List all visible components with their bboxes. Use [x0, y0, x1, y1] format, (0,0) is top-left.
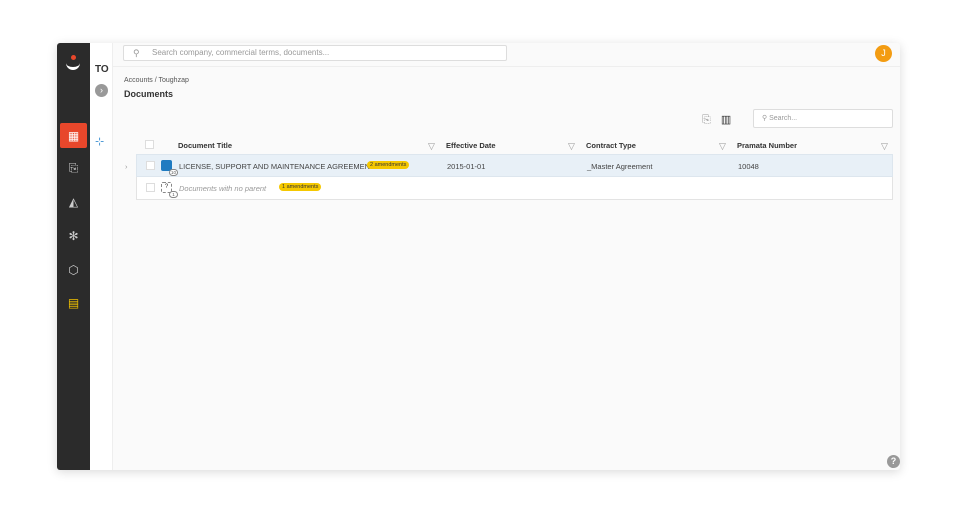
- expand-row-icon[interactable]: ›: [125, 162, 128, 171]
- row-checkbox[interactable]: [146, 183, 155, 192]
- cube-icon: ⬡: [68, 262, 79, 277]
- column-header-number[interactable]: Pramata Number: [737, 141, 797, 150]
- app-window: ▦ ⎘ ◭ ✻ ⬡ ▤ TO › ⊹ ⚲ Search company, comm…: [57, 43, 900, 470]
- amendment-count: 1: [169, 191, 178, 198]
- gear-icon: ✻: [68, 228, 79, 243]
- amendments-badge: 2 amendments: [367, 161, 410, 169]
- column-header-title[interactable]: Document Title: [178, 141, 232, 150]
- document-title[interactable]: Documents with no parent: [179, 184, 266, 193]
- table-row[interactable]: › 10 LICENSE, SUPPORT AND MAINTENANCE AG…: [125, 154, 893, 177]
- sidebar-item-products[interactable]: ⬡: [60, 257, 87, 282]
- table-header: Document Title ▽ Effective Date ▽ Contra…: [136, 137, 893, 154]
- avatar[interactable]: J: [875, 45, 892, 62]
- sidebar: ▦ ⎘ ◭ ✻ ⬡ ▤: [57, 43, 90, 470]
- filter-icon[interactable]: ▽: [881, 141, 888, 152]
- building-icon: ▦: [67, 128, 80, 143]
- toolbar: ⎘ ▥: [702, 113, 741, 127]
- table-row[interactable]: ? 1 Documents with no parent 1 amendment…: [136, 177, 893, 200]
- top-bar: ⚲ Search company, commercial terms, docum…: [113, 43, 900, 67]
- column-header-type[interactable]: Contract Type: [586, 141, 636, 150]
- help-button[interactable]: ?: [887, 455, 900, 468]
- global-search-input[interactable]: ⚲ Search company, commercial terms, docum…: [123, 45, 507, 61]
- contract-type: _Master Agreement: [587, 162, 653, 171]
- sidebar-item-upload[interactable]: ⎘: [60, 156, 87, 181]
- document-upload-icon: ⎘: [68, 161, 79, 175]
- filter-icon[interactable]: ▽: [428, 141, 435, 152]
- breadcrumb[interactable]: Accounts / Toughzap: [124, 77, 189, 84]
- search-placeholder: Search company, commercial terms, docume…: [152, 48, 330, 57]
- account-panel: TO › ⊹: [90, 43, 113, 470]
- document-icon: ▤: [67, 295, 80, 310]
- effective-date: 2015-01-01: [447, 162, 486, 171]
- document-title[interactable]: LICENSE, SUPPORT AND MAINTENANCE AGREEME…: [179, 162, 375, 171]
- documents-table: Document Title ▽ Effective Date ▽ Contra…: [125, 137, 893, 200]
- document-chart-icon: ◭: [68, 194, 79, 209]
- amendment-count: 10: [169, 169, 178, 176]
- amendments-badge: 1 amendments: [279, 183, 322, 191]
- filter-icon[interactable]: ▽: [568, 141, 575, 152]
- row-checkbox[interactable]: [146, 161, 155, 170]
- sidebar-item-reports[interactable]: ◭: [60, 189, 87, 214]
- table-search-placeholder: Search...: [769, 115, 798, 122]
- export-document-icon[interactable]: ▥: [721, 114, 731, 126]
- sidebar-item-accounts[interactable]: ▦: [60, 123, 87, 148]
- table-search-input[interactable]: ⚲ Search...: [753, 109, 893, 128]
- search-icon: ⚲: [133, 48, 140, 58]
- expand-panel-button[interactable]: ›: [95, 84, 108, 97]
- pramata-number: 10048: [738, 162, 759, 171]
- sidebar-item-documents[interactable]: ▤: [60, 290, 87, 315]
- select-all-checkbox[interactable]: [145, 140, 154, 149]
- filter-icon[interactable]: ▽: [719, 141, 726, 152]
- refresh-document-icon[interactable]: ⎘: [702, 114, 711, 126]
- logo-icon: [65, 55, 81, 70]
- page-title: Documents: [124, 89, 174, 99]
- hierarchy-icon[interactable]: ⊹: [95, 135, 104, 148]
- account-label: TO: [95, 64, 109, 75]
- column-header-date[interactable]: Effective Date: [446, 141, 496, 150]
- sidebar-item-settings[interactable]: ✻: [60, 223, 87, 248]
